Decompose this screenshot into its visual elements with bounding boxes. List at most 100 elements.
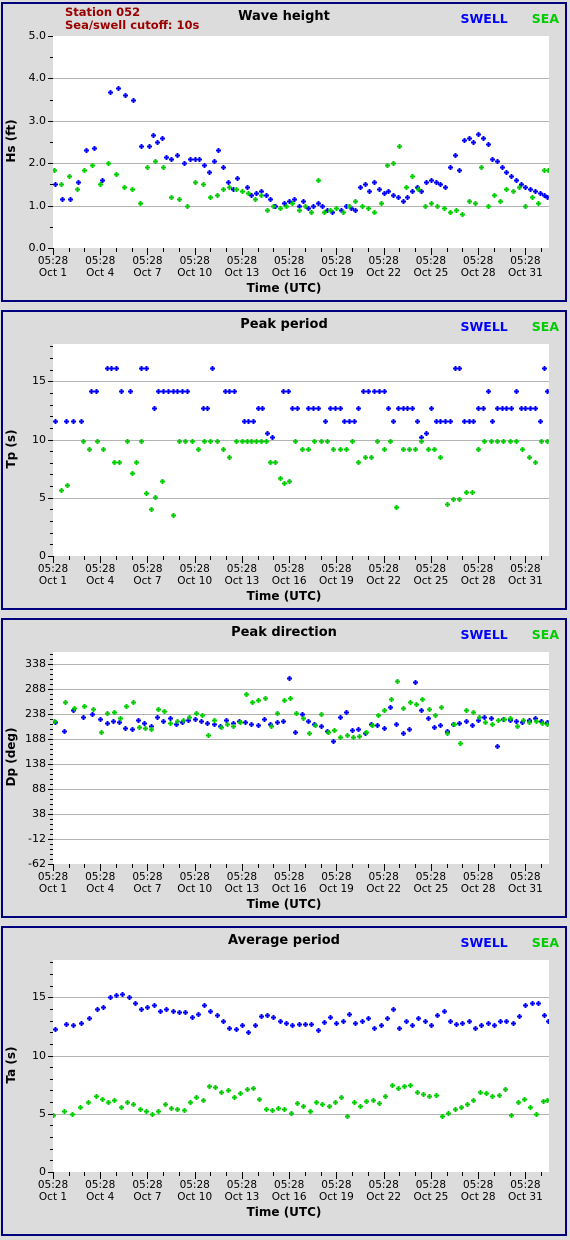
x-tick-time: 05:28 xyxy=(463,1179,494,1191)
x-axis-tick-label: 05:28 Oct 16 xyxy=(263,255,315,279)
x-axis-major-tick xyxy=(478,864,479,871)
x-axis-major-tick xyxy=(431,556,432,563)
legend-swell: SWELL xyxy=(460,935,508,950)
y-axis-minor-tick xyxy=(50,664,53,665)
y-axis-minor-tick xyxy=(50,78,53,79)
y-axis-minor-tick xyxy=(50,474,53,475)
x-axis-major-tick xyxy=(100,864,101,871)
x-axis-minor-tick xyxy=(69,1172,70,1176)
x-axis-tick-label: 05:28 Oct 16 xyxy=(263,1179,315,1203)
x-axis-major-tick xyxy=(195,1172,196,1179)
x-axis-minor-tick xyxy=(132,248,133,252)
x-axis-minor-tick xyxy=(415,556,416,560)
legend-swell: SWELL xyxy=(460,11,508,26)
x-axis-minor-tick xyxy=(510,556,511,560)
y-axis-minor-tick xyxy=(50,749,53,750)
y-axis-minor-tick xyxy=(50,829,53,830)
y-axis-tick-label: 238 xyxy=(25,707,46,720)
y-axis-tick-label: 338 xyxy=(25,657,46,670)
x-axis-minor-tick xyxy=(352,1172,353,1176)
x-axis-major-tick xyxy=(478,248,479,255)
x-axis-minor-tick xyxy=(132,556,133,560)
scatter-canvas xyxy=(53,960,549,1172)
x-axis-minor-tick xyxy=(321,1172,322,1176)
x-tick-date: Oct 28 xyxy=(460,1190,496,1203)
x-tick-time: 05:28 xyxy=(321,871,352,883)
x-axis-major-tick xyxy=(525,556,526,563)
y-axis-minor-tick xyxy=(50,779,53,780)
y-axis-minor-tick xyxy=(50,699,53,700)
x-tick-date: Oct 4 xyxy=(86,1190,115,1203)
x-axis-minor-tick xyxy=(163,1172,164,1176)
x-tick-time: 05:28 xyxy=(274,1179,305,1191)
x-axis-minor-tick xyxy=(321,248,322,252)
y-axis-tick-label: 288 xyxy=(25,682,46,695)
x-axis-minor-tick xyxy=(305,864,306,868)
x-axis-minor-tick xyxy=(415,864,416,868)
y-axis-minor-tick xyxy=(50,654,53,655)
x-axis-minor-tick xyxy=(305,1172,306,1176)
x-tick-date: Oct 13 xyxy=(224,574,260,587)
y-axis-label: Hs (ft) xyxy=(4,119,18,163)
y-axis-tick-label: 38 xyxy=(32,807,46,820)
x-tick-time: 05:28 xyxy=(179,1179,210,1191)
x-axis-minor-tick xyxy=(132,1172,133,1176)
x-axis-minor-tick xyxy=(368,864,369,868)
x-axis-minor-tick xyxy=(163,864,164,868)
y-axis-minor-tick xyxy=(50,346,53,347)
x-axis-major-tick xyxy=(384,864,385,871)
x-axis-major-tick xyxy=(384,556,385,563)
y-axis-minor-tick xyxy=(50,1149,53,1150)
x-axis-tick-label: 05:28 Oct 10 xyxy=(169,871,221,895)
x-axis-minor-tick xyxy=(179,556,180,560)
x-axis-tick-label: 05:28 Oct 1 xyxy=(27,255,79,279)
legend-swell: SWELL xyxy=(460,319,508,334)
y-axis-minor-tick xyxy=(50,416,53,417)
x-axis-tick-label: 05:28 Oct 31 xyxy=(499,871,551,895)
y-axis-minor-tick xyxy=(50,1056,53,1057)
x-axis-major-tick xyxy=(147,1172,148,1179)
x-axis-minor-tick xyxy=(541,556,542,560)
x-axis-major-tick xyxy=(336,248,337,255)
x-tick-time: 05:28 xyxy=(179,255,210,267)
x-axis-major-tick xyxy=(431,1172,432,1179)
x-tick-time: 05:28 xyxy=(415,1179,447,1191)
plot-area xyxy=(53,36,549,248)
y-axis-minor-tick xyxy=(50,804,53,805)
x-tick-time: 05:28 xyxy=(132,1179,163,1191)
x-axis-minor-tick xyxy=(226,864,227,868)
x-tick-date: Oct 19 xyxy=(318,266,354,279)
x-axis-minor-tick xyxy=(462,864,463,868)
x-axis-minor-tick xyxy=(447,248,448,252)
x-axis-tick-label: 05:28 Oct 7 xyxy=(121,255,173,279)
x-axis-minor-tick xyxy=(368,556,369,560)
y-axis-minor-tick xyxy=(50,440,53,441)
x-tick-time: 05:28 xyxy=(510,1179,541,1191)
x-tick-date: Oct 4 xyxy=(86,266,115,279)
y-axis-tick-label: 0.0 xyxy=(28,241,47,254)
x-tick-time: 05:28 xyxy=(415,255,447,267)
y-axis-minor-tick xyxy=(50,544,53,545)
y-axis-minor-tick xyxy=(50,754,53,755)
y-axis-minor-tick xyxy=(50,206,53,207)
x-axis-minor-tick xyxy=(541,248,542,252)
x-axis-minor-tick xyxy=(132,864,133,868)
x-axis-major-tick xyxy=(53,556,54,563)
x-axis-tick-label: 05:28 Oct 10 xyxy=(169,1179,221,1203)
y-axis-tick-label: 5 xyxy=(39,1106,46,1120)
x-tick-time: 05:28 xyxy=(368,1179,399,1191)
x-axis-minor-tick xyxy=(399,556,400,560)
legend-sea: SEA xyxy=(531,935,559,950)
x-axis-minor-tick xyxy=(226,248,227,252)
x-axis-minor-tick xyxy=(84,864,85,868)
x-tick-time: 05:28 xyxy=(274,563,305,575)
x-axis-major-tick xyxy=(289,556,290,563)
y-axis-minor-tick xyxy=(50,759,53,760)
x-axis-minor-tick xyxy=(462,556,463,560)
y-axis-minor-tick xyxy=(50,789,53,790)
y-axis-tick-label: 0 xyxy=(39,1165,46,1178)
y-axis-minor-tick xyxy=(50,704,53,705)
x-axis-minor-tick xyxy=(273,1172,274,1176)
x-axis-tick-label: 05:28 Oct 19 xyxy=(310,1179,362,1203)
x-tick-time: 05:28 xyxy=(85,255,116,267)
